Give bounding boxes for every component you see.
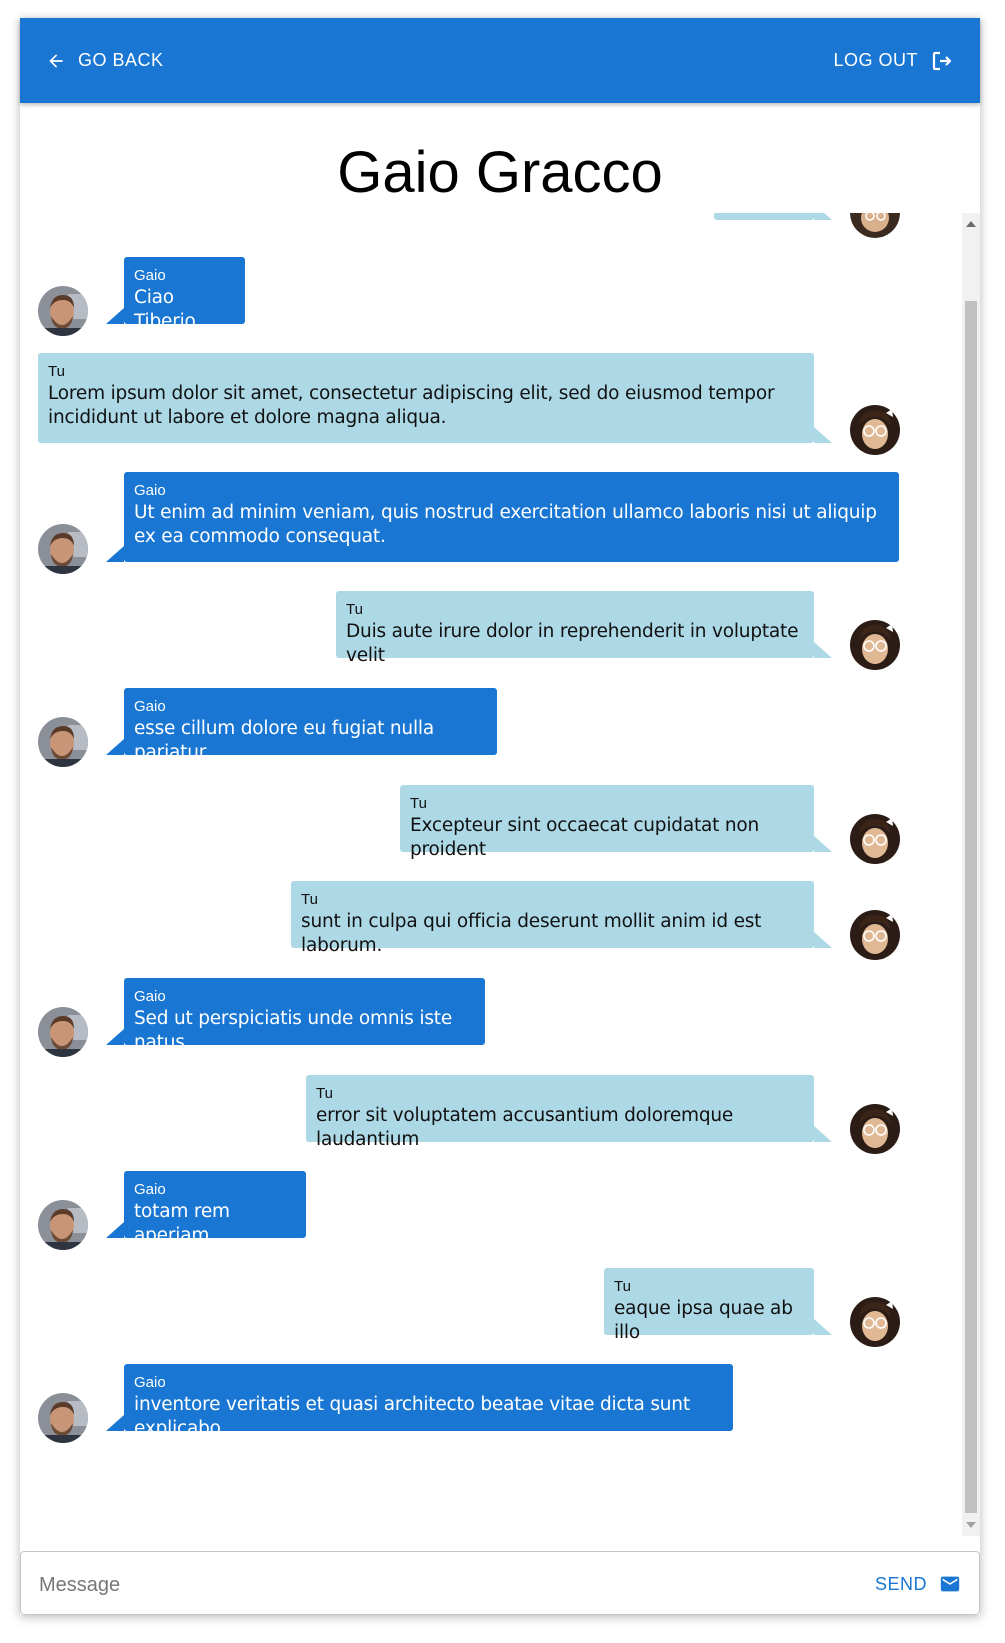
message-sender: Gaio	[134, 482, 166, 499]
scroll-down-icon[interactable]	[966, 1522, 976, 1528]
message-text: error sit voluptatem accusantium dolorem…	[316, 1105, 734, 1150]
avatar-me	[850, 814, 900, 864]
message-tail	[106, 1415, 124, 1431]
avatar-gaio	[38, 1200, 88, 1250]
message-text: esse cillum dolore eu fugiat nulla paria…	[134, 718, 434, 763]
message-tail	[106, 1029, 124, 1045]
message-tail	[814, 427, 832, 443]
message-tail	[106, 739, 124, 755]
message-sender: Tu	[48, 363, 65, 380]
message-bubble: Gaio inventore veritatis et quasi archite…	[124, 1364, 733, 1439]
message-sender: Gaio	[134, 267, 166, 284]
message-bubble: Gaio totam rem aperiam	[124, 1171, 306, 1246]
page-title: Gaio Gracco	[337, 140, 663, 205]
avatar-me	[850, 910, 900, 960]
app-bar: GO BACK LOG OUT	[20, 18, 980, 103]
message-bubble: Gaio Ciao Tiberio	[124, 257, 245, 332]
message-text: Sed ut perspiciatis unde omnis iste natu…	[134, 1008, 453, 1053]
message-bubble: Gaio Sed ut perspiciatis unde omnis iste …	[124, 978, 485, 1053]
message-text: Lorem ipsum dolor sit amet, consectetur …	[48, 383, 775, 428]
message-tail	[106, 546, 124, 562]
message-sender: Gaio	[134, 1374, 166, 1391]
message-bubble-partial	[714, 213, 814, 220]
message-sender: Tu	[301, 891, 318, 908]
message-tail	[106, 308, 124, 324]
message-sender: Gaio	[134, 698, 166, 715]
avatar-me	[850, 1104, 900, 1154]
message-sender: Tu	[614, 1278, 631, 1295]
message-sender: Tu	[346, 601, 363, 618]
message-text: sunt in culpa qui officia deserunt molli…	[301, 911, 762, 956]
message-text: inventore veritatis et quasi architecto …	[134, 1394, 690, 1439]
message-input[interactable]	[37, 1564, 821, 1606]
message-bubble: Tu sunt in culpa qui officia deserunt mol…	[291, 881, 814, 956]
avatar-me	[850, 213, 900, 238]
avatar-me	[850, 1297, 900, 1347]
message-bubble: Tu Lorem ipsum dolor sit amet, consectetu…	[38, 353, 814, 443]
send-button[interactable]: SEND	[875, 1552, 961, 1616]
go-back-button[interactable]: GO BACK	[46, 18, 164, 103]
message-sender: Tu	[410, 795, 427, 812]
message-bubble: Tu Excepteur sint occaecat cupidatat non …	[400, 785, 814, 860]
send-mail-icon	[940, 1576, 960, 1592]
message-bubble: Gaio Ut enim ad minim veniam, quis nostru…	[124, 472, 899, 562]
message-tail	[814, 642, 832, 658]
logout-label: LOG OUT	[833, 50, 918, 70]
message-tail	[814, 1126, 832, 1142]
message-tail-partial	[814, 213, 832, 220]
message-tail	[814, 1319, 832, 1335]
message-bubble: Tu error sit voluptatem accusantium dolor…	[306, 1075, 814, 1150]
chat-window: GO BACK LOG OUT Gaio Gracco Gaio Ciao Tib…	[20, 18, 980, 1615]
message-text: Ut enim ad minim veniam, quis nostrud ex…	[134, 502, 877, 547]
scroll-up-icon[interactable]	[966, 221, 976, 227]
message-text: totam rem aperiam	[134, 1201, 230, 1246]
message-tail	[814, 932, 832, 948]
avatar-gaio	[38, 1393, 88, 1443]
message-bubble: Tu Duis aute irure dolor in reprehenderit…	[336, 591, 814, 666]
scroll-thumb[interactable]	[965, 301, 977, 1513]
avatar-gaio	[38, 1007, 88, 1057]
send-label: SEND	[874, 1573, 927, 1594]
message-tail	[814, 836, 832, 852]
avatar-me	[850, 620, 900, 670]
message-sender: Tu	[316, 1085, 333, 1102]
avatar-me	[850, 405, 900, 455]
message-composer: SEND	[20, 1551, 980, 1615]
scrollbar[interactable]	[962, 213, 980, 1536]
logout-button[interactable]: LOG OUT	[833, 18, 954, 103]
message-text: Excepteur sint occaecat cupidatat non pr…	[410, 815, 760, 860]
arrow-left-icon	[49, 53, 63, 68]
message-sender: Gaio	[134, 988, 166, 1005]
go-back-label: GO BACK	[78, 50, 164, 70]
avatar-gaio	[38, 524, 88, 574]
logout-icon	[932, 51, 952, 70]
message-tail	[106, 1222, 124, 1238]
avatar-gaio	[38, 717, 88, 767]
message-sender: Gaio	[134, 1181, 166, 1198]
message-text: Duis aute irure dolor in reprehenderit i…	[346, 621, 799, 666]
message-text: Ciao Tiberio	[134, 287, 196, 332]
message-text: eaque ipsa quae ab illo	[614, 1298, 793, 1343]
message-bubble: Gaio esse cillum dolore eu fugiat nulla p…	[124, 688, 497, 763]
message-list[interactable]: Gaio Ciao Tiberio Tu Lorem ipsum dolor sit …	[20, 213, 980, 1536]
message-bubble: Tu eaque ipsa quae ab illo	[604, 1268, 814, 1343]
avatar-gaio	[38, 286, 88, 336]
